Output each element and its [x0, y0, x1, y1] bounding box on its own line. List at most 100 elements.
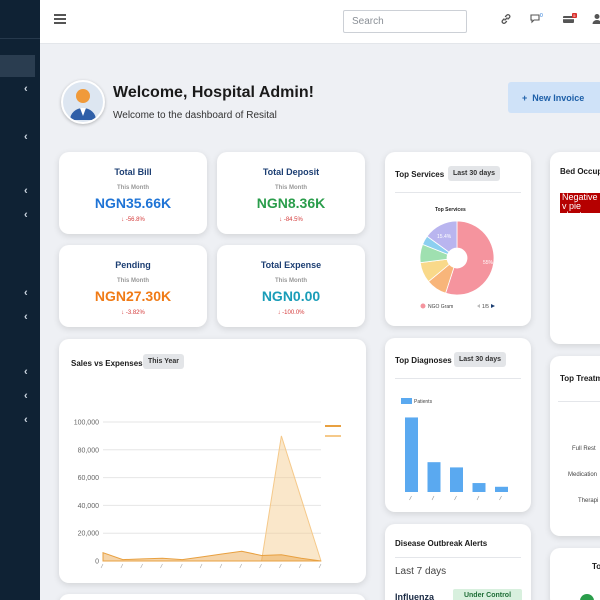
chart-error-text: Negative v pie chart. — [562, 193, 598, 213]
link-icon[interactable] — [500, 13, 512, 28]
legend-prev-icon[interactable] — [477, 304, 480, 308]
x-tick — [454, 495, 457, 501]
stat-card-pending: Pending This Month NGN27.30K ↓ -3.82% — [59, 245, 207, 327]
y-tick-label: 80,000 — [78, 447, 100, 454]
stat-value: NGN35.66K — [94, 195, 172, 211]
x-tick — [318, 563, 322, 569]
stat-change-value: -56.8% — [125, 217, 145, 223]
stat-period: This Month — [117, 278, 149, 284]
disease-alerts-title: Disease Outbreak Alerts — [395, 539, 488, 548]
chevron-left-icon[interactable]: ‹ — [24, 390, 28, 402]
y-tick-label: 100,000 — [74, 420, 99, 427]
legend-label[interactable]: Patients — [414, 399, 433, 405]
x-tick — [140, 563, 143, 569]
chevron-left-icon[interactable]: ‹ — [24, 414, 28, 426]
treatment-label: Therapi — [578, 498, 599, 504]
disease-item-name: Influenza — [395, 592, 435, 600]
sidebar: ‹ ‹ ‹ ‹ ‹ ‹ ‹ ‹ ‹ — [0, 0, 40, 600]
plus-icon: + — [522, 92, 528, 103]
stat-change: ↓ -84.5% — [279, 217, 303, 223]
lower-card — [59, 594, 366, 600]
legend-swatch[interactable] — [325, 425, 341, 427]
stat-change-value: -84.5% — [283, 217, 303, 223]
bar[interactable] — [405, 417, 418, 492]
sidebar-divider — [0, 38, 40, 39]
legend-swatch — [401, 398, 412, 404]
bar[interactable] — [450, 467, 463, 492]
stat-card-total-bill: Total Bill This Month NGN35.66K ↓ -56.8% — [59, 152, 207, 234]
divider — [558, 401, 600, 402]
x-tick — [279, 563, 282, 569]
search-input[interactable] — [343, 10, 467, 33]
legend-page: 1/5 — [482, 304, 489, 310]
bar[interactable] — [472, 483, 486, 492]
chevron-left-icon[interactable]: ‹ — [24, 366, 28, 378]
status-dot — [580, 594, 594, 600]
bar[interactable] — [427, 462, 441, 492]
x-tick — [199, 563, 203, 569]
chevron-left-icon[interactable]: ‹ — [24, 287, 28, 299]
x-tick — [219, 563, 223, 569]
status-badge: Under Control — [453, 589, 522, 600]
chevron-left-icon[interactable]: ‹ — [24, 311, 28, 323]
user-icon[interactable] — [592, 13, 600, 28]
menu-icon[interactable] — [54, 14, 66, 24]
top-services-card: Top Services Last 30 days Top Services 55… — [385, 152, 531, 326]
stat-title: Total Expense — [260, 260, 322, 270]
page-title: Welcome, Hospital Admin! — [113, 84, 314, 101]
new-invoice-button[interactable]: + New Invoice — [508, 82, 600, 113]
pie-title: Top Services — [435, 207, 466, 213]
chart-error-message: Negative v pie chart. — [560, 193, 600, 213]
page-subtitle: Welcome to the dashboard of Resital — [113, 110, 277, 121]
stat-value: NGN8.36K — [256, 195, 326, 211]
y-tick-label: 40,000 — [78, 503, 100, 510]
x-tick — [160, 563, 163, 569]
stat-period: This Month — [275, 185, 307, 191]
partial-card: To — [550, 548, 600, 600]
top-services-chart: Top Services 55% 15.4% NGO Gram 1/5 — [419, 207, 495, 310]
sales-vs-expenses-card: Sales vs Expenses This Year 0 20,000 40,00… — [59, 339, 366, 583]
treatment-label: Full Rest — [572, 446, 596, 452]
stat-change: ↓ -3.82% — [121, 310, 145, 316]
x-tick — [499, 495, 502, 501]
x-tick — [120, 563, 124, 569]
new-invoice-label: New Invoice — [532, 92, 585, 103]
stat-change: ↓ -100.0% — [277, 310, 305, 316]
bar[interactable] — [495, 486, 508, 492]
sidebar-item-dashboard[interactable] — [0, 55, 35, 77]
chat-icon[interactable]: 0 — [530, 13, 544, 28]
message-count-badge: 0 — [540, 13, 543, 19]
x-tick — [180, 563, 183, 569]
y-tick-label: 60,000 — [78, 475, 100, 482]
stat-value: NGN27.30K — [94, 288, 172, 304]
treatment-label: Medication — [568, 472, 598, 478]
y-tick-label: 20,000 — [78, 531, 100, 538]
divider — [395, 557, 521, 558]
disease-alerts-period: Last 7 days — [395, 566, 447, 577]
avatar — [61, 80, 105, 124]
x-tick — [298, 563, 302, 569]
stat-value: NGN0.00 — [261, 288, 321, 304]
stat-change-value: -3.82% — [125, 310, 145, 316]
legend-label[interactable]: NGO Gram — [428, 304, 453, 310]
series-area — [103, 435, 322, 562]
chevron-left-icon[interactable]: ‹ — [24, 209, 28, 221]
chevron-left-icon[interactable]: ‹ — [24, 83, 28, 95]
legend-swatch[interactable] — [325, 435, 341, 437]
top-diagnoses-chart: Patients — [401, 398, 508, 501]
legend-swatch — [420, 303, 426, 309]
payment-card-icon[interactable]: 5 — [562, 13, 578, 28]
stat-change: ↓ -56.8% — [121, 217, 145, 223]
x-tick — [409, 495, 412, 501]
legend-next-icon[interactable] — [491, 304, 495, 308]
top-treatments-title: Top Treatm — [560, 374, 600, 383]
x-tick — [259, 563, 262, 569]
stat-title: Total Bill — [114, 167, 152, 177]
chevron-left-icon[interactable]: ‹ — [24, 131, 28, 143]
chevron-left-icon[interactable]: ‹ — [24, 185, 28, 197]
stat-period: This Month — [117, 185, 149, 191]
x-tick — [476, 495, 480, 501]
stat-title: Pending — [115, 260, 151, 270]
stat-change-value: -100.0% — [282, 310, 305, 316]
x-tick — [100, 563, 104, 569]
